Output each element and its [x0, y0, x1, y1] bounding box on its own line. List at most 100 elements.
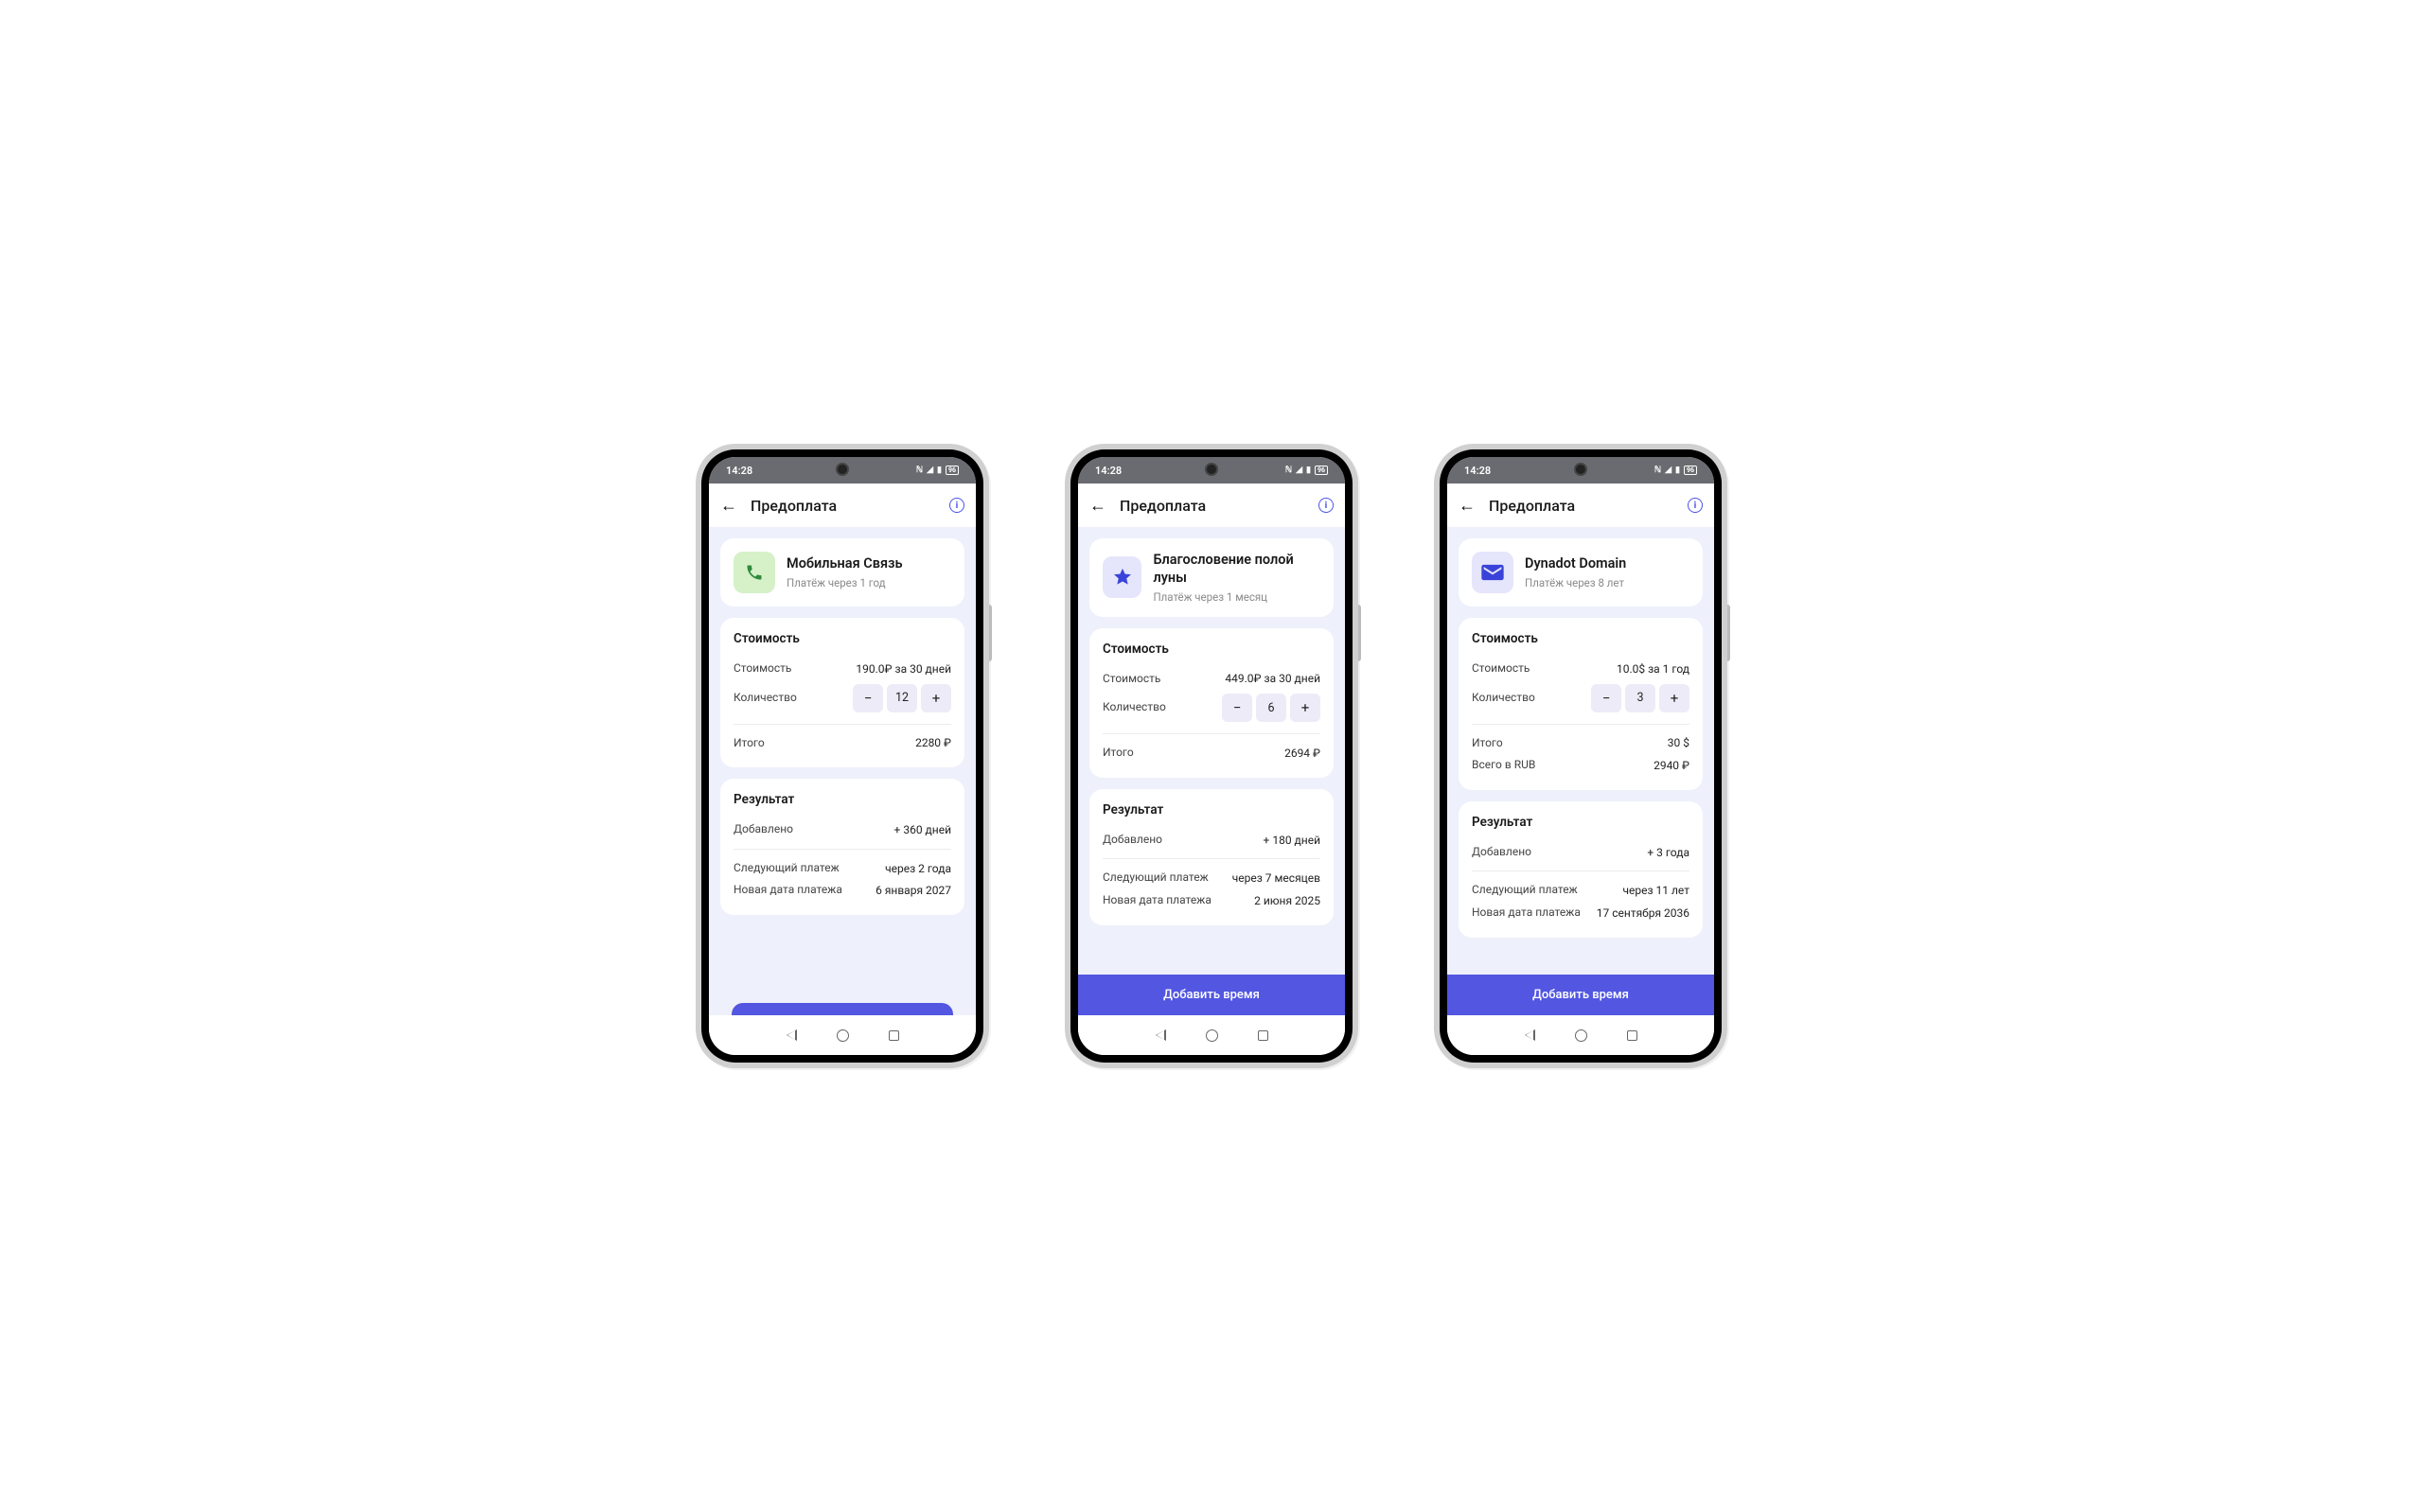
- qty-label: Количество: [1472, 691, 1535, 706]
- add-time-button[interactable]: Добавить время: [1078, 975, 1345, 1015]
- status-time: 14:28: [1464, 465, 1491, 477]
- qty-value: 12: [887, 684, 917, 712]
- content-area: Мобильная Связь Платёж через 1 год Стоим…: [709, 527, 976, 1055]
- system-nav-bar: [1078, 1015, 1345, 1055]
- subscription-subtitle: Платёж через 1 месяц: [1153, 590, 1320, 604]
- subscription-card: Мобильная Связь Платёж через 1 год: [720, 538, 964, 607]
- status-time: 14:28: [726, 465, 752, 477]
- added-row: Добавлено + 180 дней: [1103, 829, 1320, 852]
- battery-icon: ▮: [1306, 466, 1311, 475]
- battery-icon: ▮: [937, 466, 942, 475]
- wifi-icon: ◢: [927, 466, 933, 475]
- total-value: 2280 ₽: [915, 736, 951, 749]
- qty-row: Количество − 6 +: [1103, 690, 1320, 726]
- next-pay-row: Следующий платеж через 7 месяцев: [1103, 867, 1320, 889]
- nav-recents-icon[interactable]: [1258, 1030, 1268, 1041]
- back-icon[interactable]: ←: [720, 496, 737, 516]
- divider: [1472, 870, 1689, 871]
- cost-label: Стоимость: [734, 661, 791, 677]
- nav-back-icon[interactable]: [787, 1029, 797, 1041]
- back-icon[interactable]: ←: [1459, 496, 1476, 516]
- divider: [1472, 724, 1689, 725]
- next-pay-label: Следующий платеж: [1103, 870, 1209, 886]
- added-row: Добавлено + 360 дней: [734, 818, 951, 841]
- subscription-text: Благословение полой луны Платёж через 1 …: [1153, 552, 1320, 604]
- cost-card: Стоимость Стоимость 190.0₽ за 30 дней Ко…: [720, 618, 964, 767]
- result-heading: Результат: [1103, 802, 1320, 818]
- added-value: + 3 года: [1647, 846, 1689, 859]
- cost-value: 190.0₽ за 30 дней: [856, 662, 951, 676]
- qty-minus-button[interactable]: −: [853, 684, 883, 712]
- page-title: Предоплата: [1120, 497, 1305, 515]
- mail-icon: [1479, 559, 1506, 586]
- nfc-icon: ℕ: [1654, 466, 1661, 475]
- qty-plus-button[interactable]: +: [1290, 694, 1320, 722]
- next-pay-value: через 11 лет: [1622, 884, 1689, 897]
- qty-stepper: − 12 +: [853, 684, 951, 712]
- info-icon[interactable]: i: [1318, 498, 1334, 513]
- subscription-text: Dynadot Domain Платёж через 8 лет: [1525, 555, 1626, 589]
- qty-minus-button[interactable]: −: [1591, 684, 1621, 712]
- added-label: Добавлено: [1103, 833, 1162, 848]
- qty-stepper: − 3 +: [1591, 684, 1689, 712]
- nav-back-icon[interactable]: [1156, 1029, 1166, 1041]
- qty-plus-button[interactable]: +: [921, 684, 951, 712]
- qty-row: Количество − 3 +: [1472, 680, 1689, 716]
- nav-back-icon[interactable]: [1525, 1029, 1535, 1041]
- total-row: Итого 2694 ₽: [1103, 742, 1320, 765]
- info-icon[interactable]: i: [1688, 498, 1703, 513]
- status-icons: ℕ ◢ ▮ 96: [1654, 466, 1697, 475]
- nav-recents-icon[interactable]: [889, 1030, 899, 1041]
- subscription-icon-box: [734, 552, 775, 593]
- phone-icon: [745, 563, 764, 582]
- total-value: 30 $: [1668, 736, 1689, 749]
- qty-minus-button[interactable]: −: [1222, 694, 1252, 722]
- cost-row: Стоимость 449.0₽ за 30 дней: [1103, 668, 1320, 691]
- add-time-button[interactable]: Добавить время: [1447, 975, 1714, 1015]
- total-label: Итого: [734, 736, 765, 751]
- new-date-label: Новая дата платежа: [1472, 905, 1581, 921]
- divider: [1103, 733, 1320, 734]
- info-icon[interactable]: i: [949, 498, 964, 513]
- new-date-value: 2 июня 2025: [1254, 894, 1320, 907]
- next-pay-label: Следующий платеж: [1472, 883, 1578, 898]
- new-date-label: Новая дата платежа: [1103, 893, 1212, 908]
- app-bar: ← Предоплата i: [1078, 483, 1345, 527]
- system-nav-bar: [709, 1015, 976, 1055]
- phone-bezel: 14:28 ℕ ◢ ▮ 96 ← Предоплата i: [1440, 449, 1722, 1063]
- cost-card: Стоимость Стоимость 10.0$ за 1 год Колич…: [1459, 618, 1703, 790]
- added-label: Добавлено: [1472, 845, 1531, 860]
- subscription-title: Благословение полой луны: [1153, 552, 1320, 588]
- back-icon[interactable]: ←: [1089, 496, 1106, 516]
- cost-value: 10.0$ за 1 год: [1617, 662, 1689, 676]
- cost-label: Стоимость: [1103, 672, 1160, 687]
- added-value: + 180 дней: [1264, 834, 1320, 847]
- qty-plus-button[interactable]: +: [1659, 684, 1689, 712]
- qty-stepper: − 6 +: [1222, 694, 1320, 722]
- next-pay-row: Следующий платеж через 11 лет: [1472, 879, 1689, 902]
- page-title: Предоплата: [751, 497, 936, 515]
- total-rub-label: Всего в RUB: [1472, 758, 1535, 773]
- added-row: Добавлено + 3 года: [1472, 841, 1689, 864]
- page-title: Предоплата: [1489, 497, 1674, 515]
- next-pay-row: Следующий платеж через 2 года: [734, 857, 951, 880]
- battery-percent: 96: [946, 466, 959, 475]
- qty-value: 6: [1256, 694, 1286, 722]
- phone-screen: 14:28 ℕ ◢ ▮ 96 ← Предоплата i: [709, 457, 976, 1055]
- total-rub-value: 2940 ₽: [1654, 759, 1689, 772]
- cost-heading: Стоимость: [1472, 631, 1689, 646]
- nav-home-icon[interactable]: [1575, 1029, 1587, 1042]
- nav-home-icon[interactable]: [837, 1029, 849, 1042]
- nav-recents-icon[interactable]: [1627, 1030, 1637, 1041]
- qty-row: Количество − 12 +: [734, 680, 951, 716]
- system-nav-bar: [1447, 1015, 1714, 1055]
- next-pay-value: через 7 месяцев: [1232, 871, 1320, 885]
- nav-home-icon[interactable]: [1206, 1029, 1218, 1042]
- result-card: Результат Добавлено + 180 дней Следующий…: [1089, 789, 1334, 925]
- new-date-row: Новая дата платежа 6 января 2027: [734, 879, 951, 902]
- result-heading: Результат: [734, 792, 951, 807]
- qty-label: Количество: [734, 691, 797, 706]
- battery-percent: 96: [1684, 466, 1697, 475]
- new-date-label: Новая дата платежа: [734, 883, 842, 898]
- status-icons: ℕ ◢ ▮ 96: [916, 466, 959, 475]
